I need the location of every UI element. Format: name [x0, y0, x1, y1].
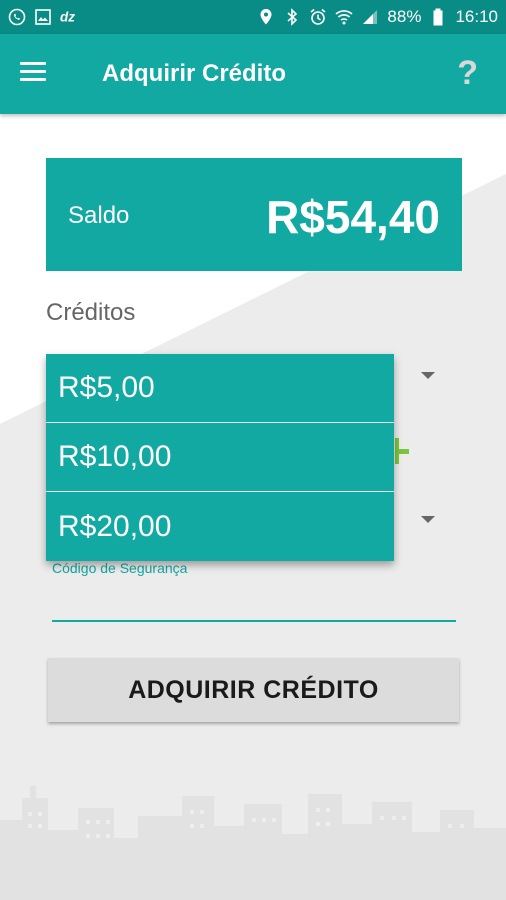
battery-icon: [429, 8, 447, 26]
city-skyline-illustration: [0, 786, 506, 900]
app-toolbar: Adquirir Crédito ?: [0, 34, 506, 114]
main-content: Saldo R$54,40 Créditos Código de Seguran…: [0, 114, 506, 900]
dz-app-icon: dz: [60, 8, 78, 26]
balance-value: R$54,40: [266, 191, 440, 243]
dropdown-option[interactable]: R$10,00: [46, 423, 394, 492]
dropdown-option[interactable]: R$20,00: [46, 492, 394, 561]
battery-percent: 88%: [387, 7, 422, 26]
page-title: Adquirir Crédito: [102, 60, 286, 87]
clock: 16:10: [455, 7, 498, 26]
plus-icon[interactable]: [395, 438, 409, 464]
location-icon: [257, 8, 275, 26]
credits-dropdown-list: R$5,00 R$10,00 R$20,00: [46, 354, 394, 561]
help-icon[interactable]: ?: [457, 54, 478, 93]
second-spinner-chevron-down-icon[interactable]: [421, 516, 435, 523]
status-bar: dz 88% 16:10: [0, 0, 506, 34]
alarm-icon: [309, 8, 327, 26]
balance-card: Saldo R$54,40: [46, 158, 462, 271]
bluetooth-icon: [283, 8, 301, 26]
signal-icon: [361, 8, 379, 26]
dropdown-option[interactable]: R$5,00: [46, 354, 394, 423]
credits-spinner-chevron-down-icon[interactable]: [421, 372, 435, 379]
credits-label: Créditos: [46, 299, 136, 326]
wifi-icon: [335, 8, 353, 26]
status-bar-right: 88% 16:10: [257, 7, 498, 27]
balance-label: Saldo: [68, 202, 130, 229]
whatsapp-icon: [8, 8, 26, 26]
image-icon: [34, 8, 52, 26]
acquire-credit-button[interactable]: ADQUIRIR CRÉDITO: [48, 658, 459, 722]
menu-icon[interactable]: [20, 62, 48, 86]
security-code-label: Código de Segurança: [52, 560, 188, 576]
status-bar-left: dz: [8, 8, 78, 26]
svg-text:dz: dz: [60, 10, 75, 25]
security-code-input[interactable]: [52, 620, 456, 622]
